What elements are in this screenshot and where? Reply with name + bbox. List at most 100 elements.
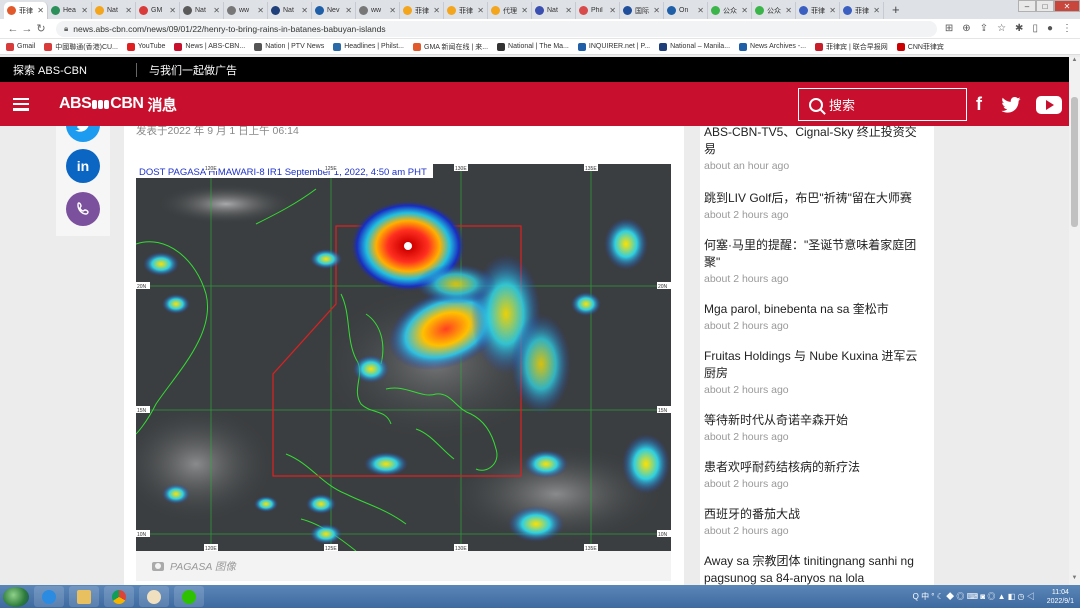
bookmark-item[interactable]: INQUIRER.net | P...	[577, 42, 650, 51]
browser-tab[interactable]: 菲律 ✕	[796, 2, 840, 19]
browser-tab[interactable]: On ✕	[664, 2, 708, 19]
browser-tab[interactable]: 公众 ✕	[752, 2, 796, 19]
news-item[interactable]: Fruitas Holdings 与 Nube Kuxina 进军云厨房 abou…	[704, 348, 926, 396]
new-tab-button[interactable]: +	[892, 2, 900, 17]
start-button-icon[interactable]	[3, 586, 29, 607]
news-item[interactable]: Mga parol, binebenta na sa 奎松市 about 2 ho…	[704, 301, 926, 332]
menu-icon[interactable]: ⋮	[1062, 23, 1072, 34]
news-item[interactable]: 跳到LIV Golf后，布巴"祈祷"留在大师赛 about 2 hours ago	[704, 190, 926, 221]
clock[interactable]: 11:04 2022/9/1	[1047, 588, 1074, 606]
news-title[interactable]: Away sa 宗教团体 tinitingnang sanhi ng pagsu…	[704, 553, 926, 585]
bookmark-item[interactable]: News Archives -...	[739, 42, 806, 51]
bookmark-item[interactable]: News | ABS-CBN...	[174, 42, 245, 51]
share-linkedin-icon[interactable]: in	[66, 149, 100, 183]
twitter-icon[interactable]	[1000, 96, 1022, 113]
sidepanel-icon[interactable]: ▯	[1032, 23, 1038, 34]
tab-close-icon[interactable]: ✕	[873, 6, 880, 15]
page-scrollbar[interactable]: ▲ ▼	[1069, 57, 1080, 585]
taskbar-chrome-icon[interactable]	[104, 586, 134, 607]
browser-tab[interactable]: GM ✕	[136, 2, 180, 19]
news-title[interactable]: ABS-CBN-TV5、Cignal-Sky 终止投资交易	[704, 126, 926, 158]
taskbar-wechat-icon[interactable]	[174, 586, 204, 607]
extensions-icon[interactable]: ✱	[1015, 23, 1023, 34]
browser-tab[interactable]: Hea ✕	[48, 2, 92, 19]
facebook-icon[interactable]: f	[976, 94, 986, 115]
browser-tab[interactable]: 代理 ✕	[488, 2, 532, 19]
browser-tab[interactable]: ww ✕	[356, 2, 400, 19]
bookmark-item[interactable]: Gmail	[6, 42, 35, 51]
bookmark-item[interactable]: CNN菲律宾	[896, 42, 944, 52]
browser-tab[interactable]: Nat ✕	[180, 2, 224, 19]
bookmark-item[interactable]: 中國聯通(香港)CU...	[44, 42, 118, 52]
browser-tab[interactable]: Phil ✕	[576, 2, 620, 19]
tab-close-icon[interactable]: ✕	[345, 6, 352, 15]
browser-tab[interactable]: Nat ✕	[268, 2, 312, 19]
bookmark-item[interactable]: Nation | PTV News	[254, 42, 324, 51]
bookmark-item[interactable]: GMA 新闻在线 | 来...	[413, 42, 488, 52]
profile-icon[interactable]: ●	[1047, 23, 1053, 34]
browser-tab[interactable]: Nev ✕	[312, 2, 356, 19]
advertise-link[interactable]: 与我们一起做广告	[149, 62, 237, 78]
reload-button[interactable]: ↻	[34, 22, 48, 35]
tab-close-icon[interactable]: ✕	[125, 6, 132, 15]
news-title[interactable]: 患者欢呼耐药结核病的新疗法	[704, 459, 926, 476]
tray-icons[interactable]: Q 中 ° ☾ ◆ ◎ ⌨ ◙ ◎ ▲ ◧ ◷ ◁	[913, 591, 1035, 602]
browser-tab[interactable]: 菲律 ✕	[4, 2, 48, 19]
scrollbar-thumb[interactable]	[1071, 97, 1078, 227]
taskbar-explorer-icon[interactable]	[69, 586, 99, 607]
hamburger-menu-icon[interactable]	[13, 97, 29, 111]
youtube-icon[interactable]	[1036, 95, 1062, 114]
tab-close-icon[interactable]: ✕	[81, 6, 88, 15]
news-title[interactable]: Mga parol, binebenta na sa 奎松市	[704, 301, 926, 318]
taskbar-app-icon[interactable]	[139, 586, 169, 607]
news-item[interactable]: Away sa 宗教团体 tinitingnang sanhi ng pagsu…	[704, 553, 926, 585]
tab-close-icon[interactable]: ✕	[785, 6, 792, 15]
tab-close-icon[interactable]: ✕	[829, 6, 836, 15]
news-item[interactable]: ABS-CBN-TV5、Cignal-Sky 终止投资交易 about an ho…	[704, 126, 926, 172]
tab-close-icon[interactable]: ✕	[169, 6, 176, 15]
tab-close-icon[interactable]: ✕	[389, 6, 396, 15]
share-icon[interactable]: ⇪	[980, 23, 988, 34]
forward-button[interactable]: →	[20, 23, 34, 35]
news-title[interactable]: Fruitas Holdings 与 Nube Kuxina 进军云厨房	[704, 348, 926, 382]
browser-tab[interactable]: ww ✕	[224, 2, 268, 19]
explore-link[interactable]: 探索 ABS-CBN	[0, 62, 136, 78]
tab-close-icon[interactable]: ✕	[257, 6, 264, 15]
zoom-icon[interactable]: ⊕	[962, 23, 970, 34]
scroll-up-icon[interactable]: ▲	[1069, 57, 1080, 67]
tab-close-icon[interactable]: ✕	[653, 6, 660, 15]
news-title[interactable]: 跳到LIV Golf后，布巴"祈祷"留在大师赛	[704, 190, 926, 207]
tab-close-icon[interactable]: ✕	[521, 6, 528, 15]
bookmark-item[interactable]: Headlines | Philst...	[333, 42, 404, 51]
tab-close-icon[interactable]: ✕	[213, 6, 220, 15]
browser-tab[interactable]: 国际 ✕	[620, 2, 664, 19]
news-item[interactable]: 何塞·马里的提醒："圣诞节意味着家庭团聚" about 2 hours ago	[704, 237, 926, 285]
news-item[interactable]: 患者欢呼耐药结核病的新疗法 about 2 hours ago	[704, 459, 926, 490]
satellite-image[interactable]: DOST PAGASA HIMAWARI-8 IR1 September 1, …	[136, 164, 671, 551]
tab-close-icon[interactable]: ✕	[433, 6, 440, 15]
browser-tab[interactable]: Nat ✕	[92, 2, 136, 19]
news-title[interactable]: 等待新时代从奇诺辛森开始	[704, 412, 926, 429]
browser-tab[interactable]: 菲律 ✕	[840, 2, 884, 19]
maximize-button[interactable]: □	[1036, 0, 1054, 12]
tab-close-icon[interactable]: ✕	[301, 6, 308, 15]
minimize-button[interactable]: –	[1018, 0, 1036, 12]
back-button[interactable]: ←	[6, 23, 20, 35]
url-field[interactable]: 🔒︎ news.abs-cbn.com/news/09/01/22/henry-…	[56, 20, 937, 37]
bookmark-star-icon[interactable]: ☆	[997, 23, 1006, 34]
share-viber-icon[interactable]	[66, 192, 100, 226]
browser-tab[interactable]: 菲律 ✕	[400, 2, 444, 19]
news-title[interactable]: 西班牙的番茄大战	[704, 506, 926, 523]
tab-close-icon[interactable]: ✕	[37, 6, 44, 15]
tab-close-icon[interactable]: ✕	[565, 6, 572, 15]
bookmark-item[interactable]: 菲律宾 | 联合早报网	[815, 42, 888, 52]
bookmark-item[interactable]: YouTube	[126, 42, 165, 51]
translate-icon[interactable]: ⊞	[945, 23, 953, 34]
browser-tab[interactable]: 公众 ✕	[708, 2, 752, 19]
site-logo[interactable]: ABS CBN 消息	[59, 94, 177, 115]
news-title[interactable]: 何塞·马里的提醒："圣诞节意味着家庭团聚"	[704, 237, 926, 271]
bookmark-item[interactable]: National – Manila...	[659, 42, 730, 51]
taskbar-ie-icon[interactable]	[34, 586, 64, 607]
tab-close-icon[interactable]: ✕	[697, 6, 704, 15]
tab-close-icon[interactable]: ✕	[741, 6, 748, 15]
